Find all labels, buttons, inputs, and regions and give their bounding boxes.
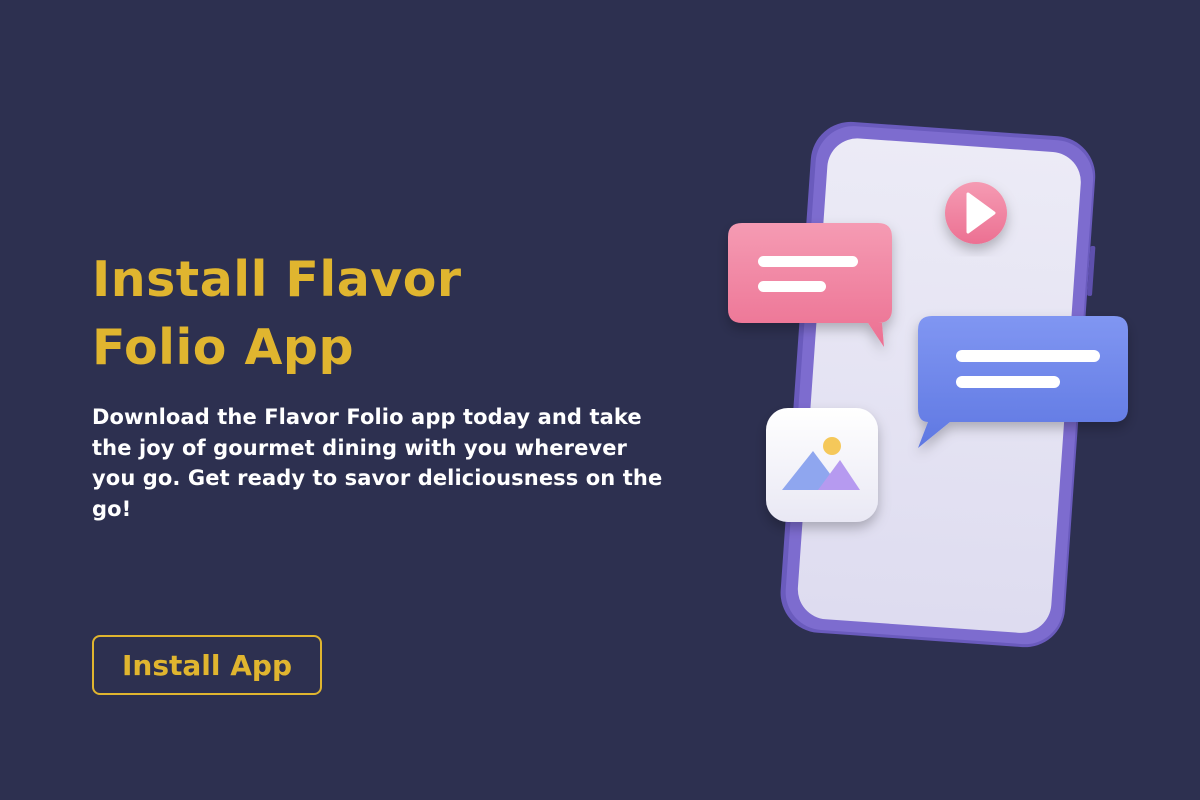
app-illustration [700,110,1160,680]
play-icon [945,182,1007,244]
title-line-1: Install Flavor [92,251,462,308]
install-app-banner: Install Flavor Folio App Download the Fl… [0,0,1200,800]
app-description: Download the Flavor Folio app today and … [92,405,663,521]
page-title: Install Flavor Folio App [92,246,532,382]
title-line-2: Folio App [92,319,355,376]
install-app-button[interactable]: Install App [92,635,322,695]
image-icon [766,408,878,522]
